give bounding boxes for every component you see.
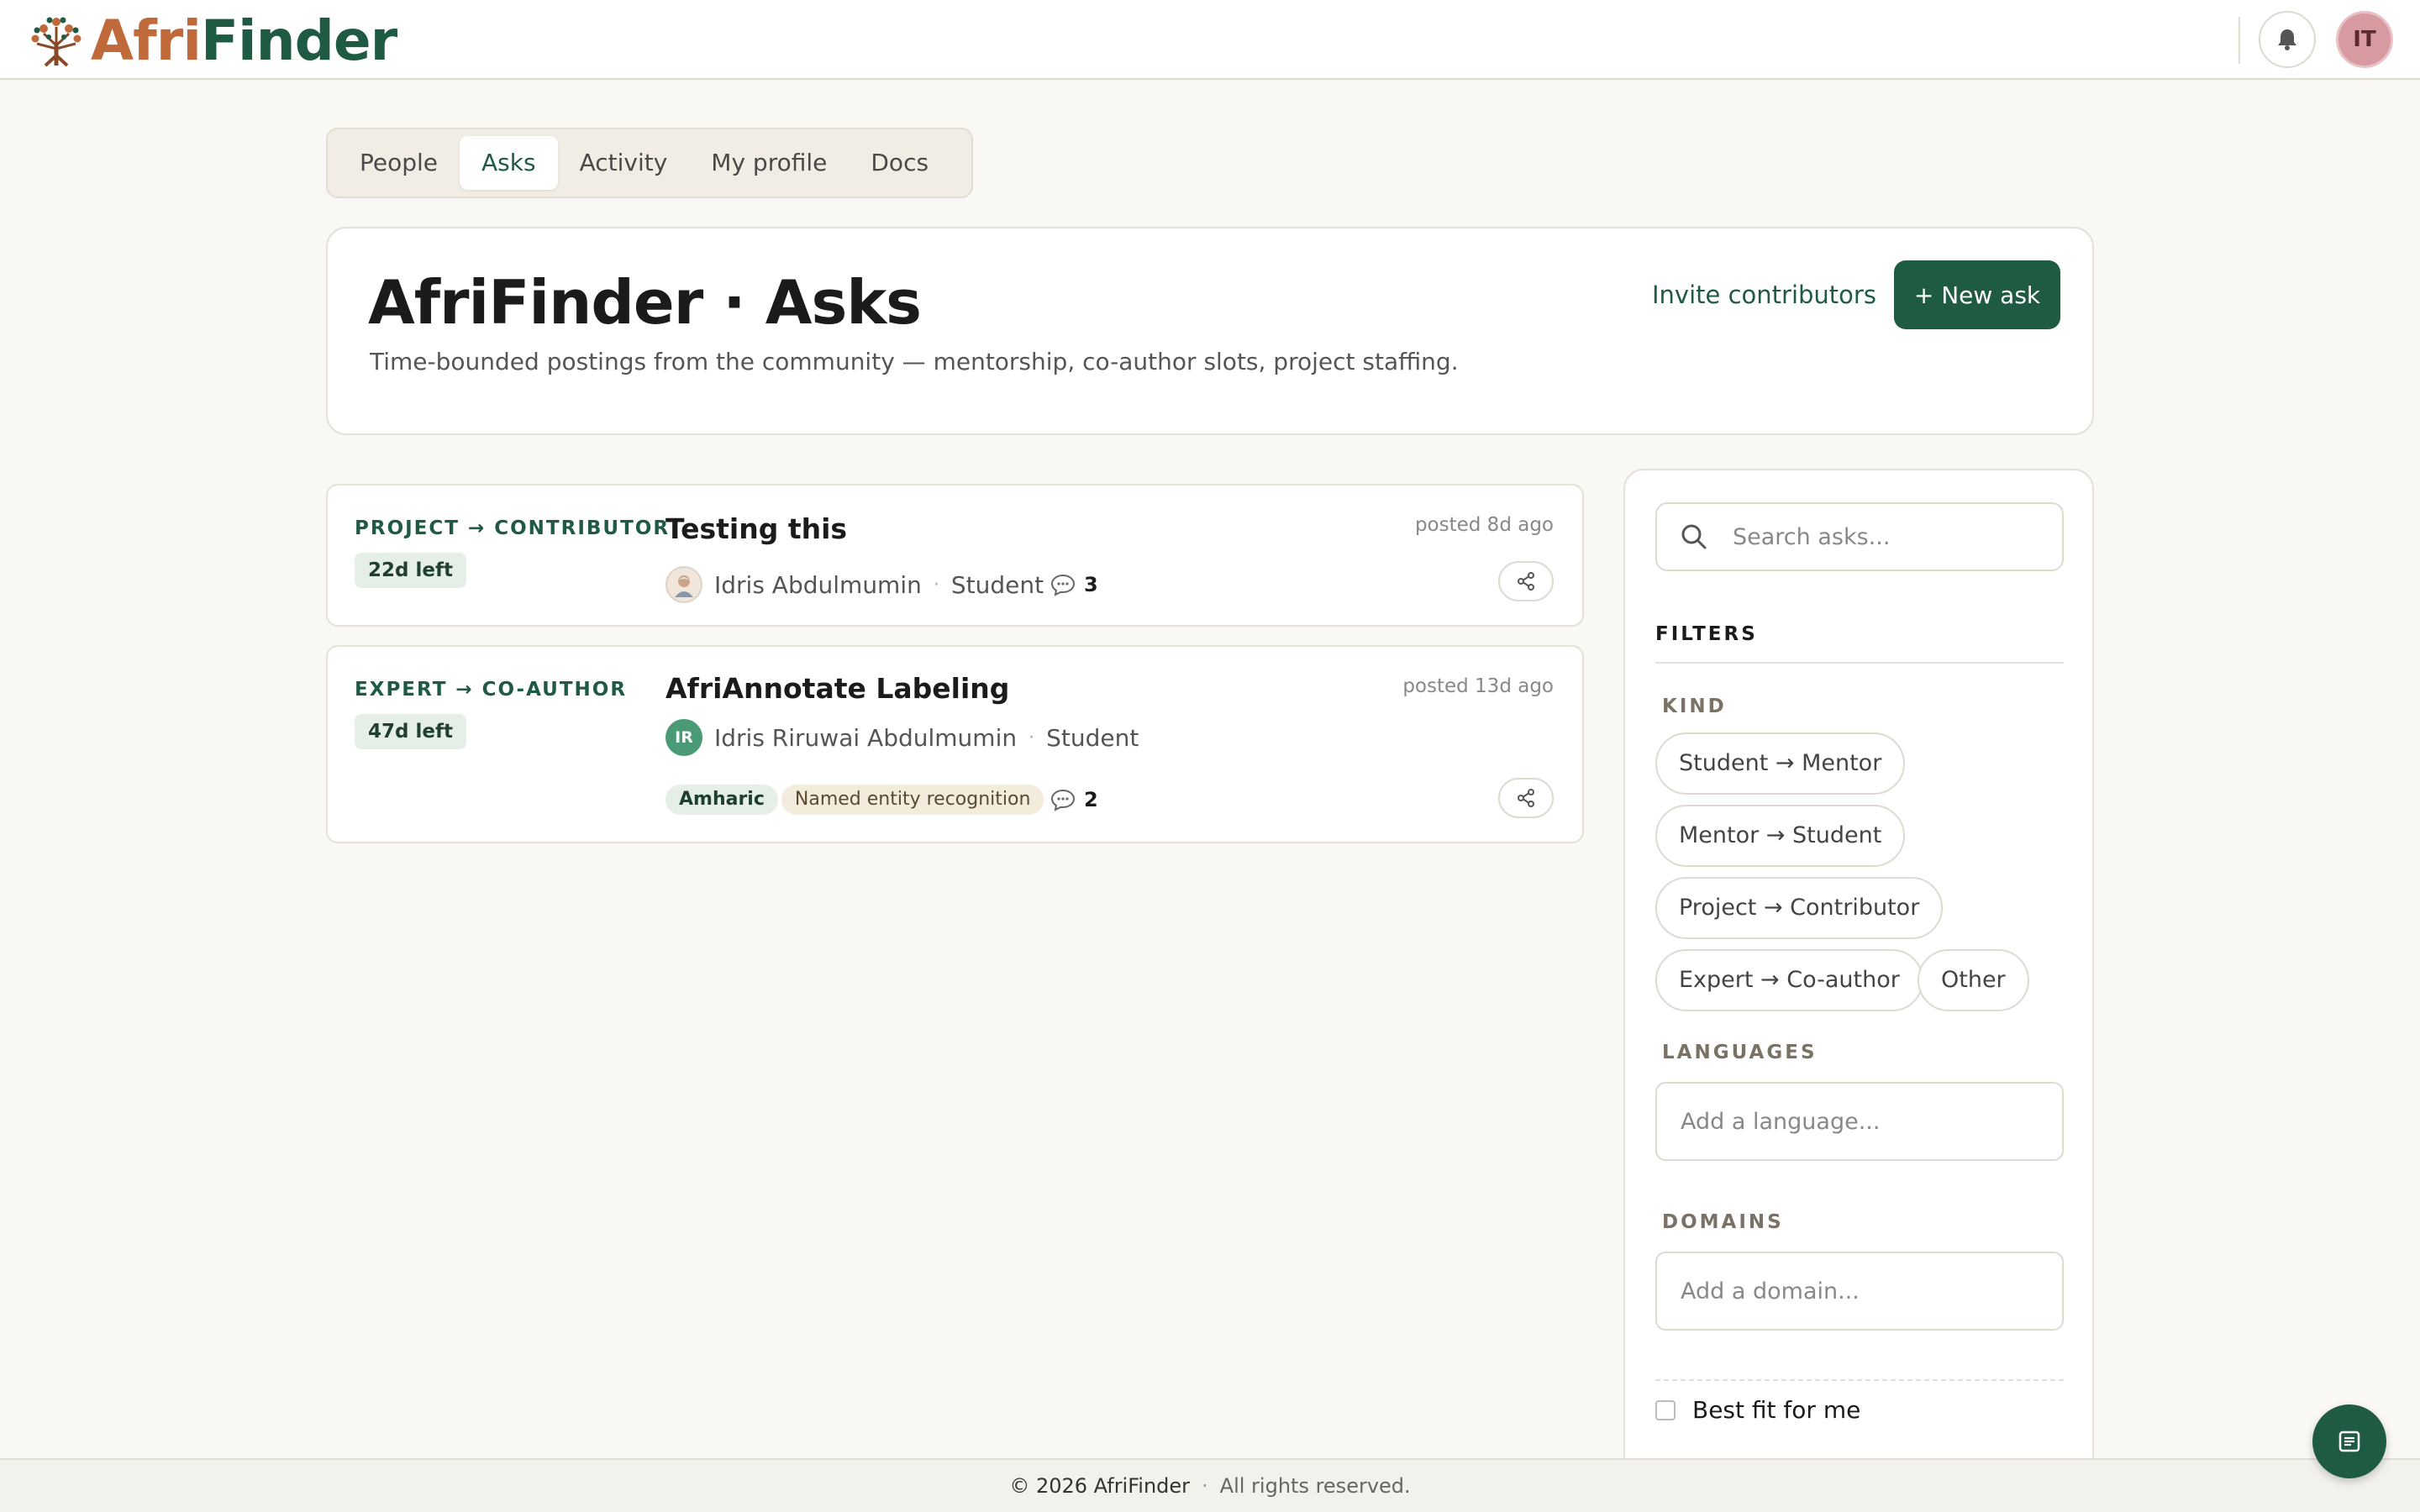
filters-divider [1655, 662, 2064, 664]
tab-my-profile[interactable]: My profile [689, 136, 849, 190]
comment-icon [1050, 789, 1076, 811]
footer: © 2026 AfriFinder · All rights reserved. [0, 1458, 2420, 1512]
tab-activity[interactable]: Activity [558, 136, 690, 190]
note-icon [2338, 1431, 2360, 1452]
page-title: AfriFinder · Asks [368, 267, 922, 338]
comment-count[interactable]: 3 [1050, 573, 1098, 596]
share-icon [1518, 572, 1534, 591]
domain-field[interactable] [1655, 1252, 2064, 1331]
dashed-divider [1655, 1379, 2064, 1381]
bell-icon [2278, 29, 2296, 50]
tree-logo-icon [31, 17, 82, 67]
page-header-card: AfriFinder · Asks Time-bounded postings … [326, 227, 2094, 435]
kind-filter-mentor-student[interactable]: Mentor → Student [1655, 805, 1906, 867]
tab-docs[interactable]: Docs [849, 136, 950, 190]
kind-filter-project-contributor[interactable]: Project → Contributor [1655, 877, 1944, 939]
language-field[interactable] [1655, 1082, 2064, 1161]
logo-text: AfriFinder [91, 8, 397, 73]
page-subtitle: Time-bounded postings from the community… [370, 348, 1459, 375]
language-tag[interactable]: Amharic [666, 785, 778, 815]
main-tabs: People Asks Activity My profile Docs [326, 128, 973, 198]
filters-heading: FILTERS [1655, 623, 1758, 645]
filters-sidebar: FILTERS KIND Student → Mentor Mentor → S… [1623, 469, 2094, 1512]
share-button[interactable] [1498, 778, 1554, 818]
logo[interactable]: AfriFinder [29, 13, 397, 69]
search-icon [1681, 524, 1707, 549]
separator-dot: · [933, 574, 939, 596]
best-fit-label: Best fit for me [1692, 1396, 1861, 1424]
time-left-badge: 22d left [355, 553, 466, 588]
ask-author[interactable]: IR Idris Riruwai Abdulmumin · Student [666, 719, 1139, 756]
comment-count[interactable]: 2 [1050, 788, 1098, 811]
ask-kind: PROJECT → CONTRIBUTOR [355, 517, 671, 539]
author-name: Idris Abdulmumin [714, 570, 922, 599]
best-fit-checkbox[interactable] [1655, 1399, 1676, 1420]
person-photo-icon [675, 575, 693, 597]
languages-label: LANGUAGES [1662, 1042, 1818, 1063]
ask-title[interactable]: AfriAnnotate Labeling [666, 672, 1009, 705]
feedback-button[interactable] [2312, 1404, 2386, 1478]
invite-contributors-link[interactable]: Invite contributors [1652, 281, 1876, 309]
author-role: Student [1046, 723, 1139, 752]
domains-label: DOMAINS [1662, 1211, 1784, 1233]
author-role: Student [950, 570, 1044, 599]
ask-card[interactable]: EXPERT → CO-AUTHOR 47d left AfriAnnotate… [326, 645, 1584, 843]
posted-time: posted 13d ago [1402, 675, 1554, 697]
ask-title[interactable]: Testing this [666, 512, 847, 545]
notifications-button[interactable] [2259, 11, 2316, 68]
user-avatar[interactable]: IT [2336, 11, 2393, 68]
share-button[interactable] [1498, 561, 1554, 601]
author-name: Idris Riruwai Abdulmumin [714, 723, 1018, 752]
footer-separator: · [1202, 1474, 1208, 1498]
ask-author[interactable]: Idris Abdulmumin · Student [666, 566, 1044, 603]
rights-text: All rights reserved. [1219, 1474, 1411, 1498]
author-avatar: IR [666, 719, 702, 756]
ask-tags: Amharic Named entity recognition [666, 785, 1044, 815]
domain-input[interactable] [1681, 1278, 2039, 1305]
comment-count-value: 3 [1084, 573, 1098, 596]
share-icon [1518, 789, 1534, 807]
kind-filter-expert-coauthor[interactable]: Expert → Co-author [1655, 949, 1923, 1011]
author-avatar [666, 566, 702, 603]
comment-icon [1050, 574, 1076, 596]
ask-kind: EXPERT → CO-AUTHOR [355, 679, 628, 701]
language-input[interactable] [1681, 1108, 2039, 1135]
best-fit-toggle[interactable]: Best fit for me [1655, 1396, 1860, 1424]
comment-count-value: 2 [1084, 788, 1098, 811]
new-ask-button[interactable]: + New ask [1894, 260, 2060, 329]
copyright: © 2026 AfriFinder [1009, 1474, 1191, 1498]
time-left-badge: 47d left [355, 714, 466, 749]
separator-dot: · [1028, 727, 1035, 748]
header-divider [2238, 17, 2240, 64]
ask-card[interactable]: PROJECT → CONTRIBUTOR 22d left Testing t… [326, 484, 1584, 627]
kind-label: KIND [1662, 696, 1727, 717]
top-bar: AfriFinder IT [0, 0, 2420, 80]
search-box[interactable] [1655, 502, 2064, 571]
kind-filter-student-mentor[interactable]: Student → Mentor [1655, 732, 1906, 795]
posted-time: posted 8d ago [1414, 514, 1554, 536]
tab-people[interactable]: People [338, 136, 460, 190]
search-input[interactable] [1733, 523, 2052, 550]
kind-filter-other[interactable]: Other [1918, 949, 2029, 1011]
tab-asks[interactable]: Asks [460, 136, 558, 190]
domain-tag[interactable]: Named entity recognition [781, 785, 1044, 815]
